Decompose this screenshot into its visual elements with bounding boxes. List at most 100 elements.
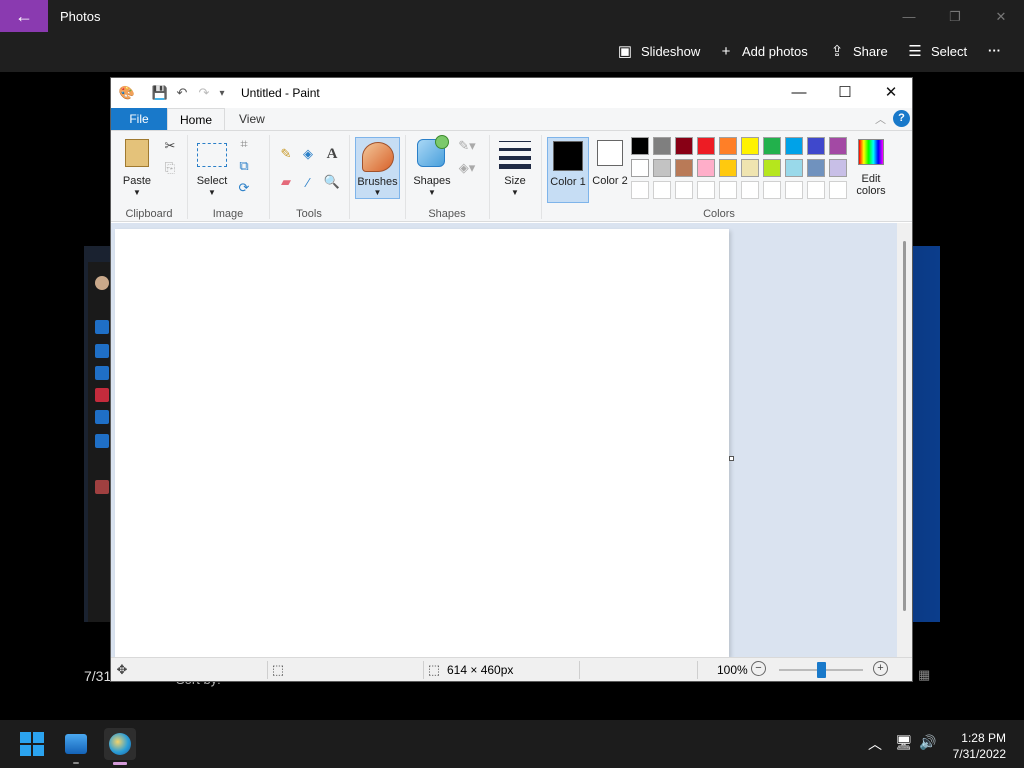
palette-swatch[interactable] (675, 181, 693, 199)
paste-button[interactable]: Paste ▼ (117, 135, 157, 201)
fill-icon[interactable]: ◈ (299, 145, 317, 163)
palette-swatch[interactable] (719, 159, 737, 177)
slideshow-button[interactable]: ▣ Slideshow (617, 43, 700, 60)
palette-swatch[interactable] (741, 181, 759, 199)
status-separator (579, 661, 580, 679)
palette-swatch[interactable] (675, 159, 693, 177)
redo-icon[interactable]: ↷ (195, 84, 213, 102)
paint-app-icon (109, 733, 131, 755)
magnifier-icon[interactable]: 🔍 (323, 173, 341, 191)
palette-swatch[interactable] (785, 159, 803, 177)
palette-swatch[interactable] (785, 181, 803, 199)
edit-colors-icon (858, 139, 884, 165)
clipboard-group-label: Clipboard (125, 208, 173, 220)
tab-home[interactable]: Home (167, 108, 225, 131)
palette-swatch[interactable] (763, 137, 781, 155)
undo-icon[interactable]: ↶ (173, 84, 191, 102)
shapes-button[interactable]: Shapes ▼ (411, 135, 453, 201)
rotate-icon[interactable]: ⟳ (235, 179, 253, 197)
photos-close-button[interactable]: ✕ (986, 6, 1016, 28)
crop-icon[interactable]: ⌗ (235, 135, 253, 153)
paint-taskbar-button[interactable] (104, 728, 136, 760)
collapse-ribbon-icon[interactable]: ︿ (875, 111, 886, 127)
palette-swatch[interactable] (763, 181, 781, 199)
select-tool-button[interactable]: Select ▼ (193, 135, 229, 201)
palette-swatch[interactable] (697, 137, 715, 155)
text-icon[interactable]: A (323, 145, 341, 163)
show-hidden-icons-chevron-icon[interactable]: ︿ (868, 734, 882, 754)
back-button[interactable]: ← (0, 0, 48, 32)
brushes-button[interactable]: Brushes ▼ (355, 137, 400, 199)
photo-tile (95, 344, 109, 358)
palette-swatch[interactable] (675, 137, 693, 155)
palette-swatch[interactable] (741, 159, 759, 177)
paint-maximize-button[interactable]: ☐ (822, 80, 868, 106)
palette-swatch[interactable] (741, 137, 759, 155)
photos-taskbar-button[interactable] (60, 728, 92, 760)
palette-swatch[interactable] (829, 181, 847, 199)
zoom-slider-thumb[interactable] (817, 662, 826, 678)
cut-icon[interactable]: ✂ (161, 137, 179, 155)
palette-swatch[interactable] (807, 159, 825, 177)
palette-swatch[interactable] (631, 137, 649, 155)
canvas-resize-handle[interactable] (729, 456, 734, 461)
palette-swatch[interactable] (719, 137, 737, 155)
shape-fill-icon[interactable]: ◈▾ (455, 159, 479, 177)
pencil-icon[interactable]: ✎ (277, 145, 295, 163)
palette-swatch[interactable] (697, 159, 715, 177)
palette-swatch[interactable] (697, 181, 715, 199)
color2-swatch (597, 140, 623, 166)
network-icon[interactable]: 🖥 (895, 734, 913, 751)
select-list-icon: ☰ (908, 43, 922, 60)
palette-swatch[interactable] (829, 159, 847, 177)
paint-minimize-button[interactable]: — (776, 80, 822, 106)
palette-swatch[interactable] (631, 159, 649, 177)
select-button[interactable]: ☰ Select (907, 43, 967, 60)
copy-icon[interactable]: ⎘ (161, 159, 179, 177)
zoom-in-button[interactable]: + (873, 661, 888, 676)
colors-group-label: Colors (703, 208, 735, 220)
drawing-canvas[interactable] (115, 229, 729, 657)
outline-icon[interactable]: ✎▾ (455, 137, 479, 155)
palette-swatch[interactable] (653, 159, 671, 177)
share-button[interactable]: ⇪ Share (829, 43, 888, 60)
color2-button[interactable]: Color 2 (591, 137, 633, 203)
start-button[interactable] (16, 728, 48, 760)
color-picker-icon[interactable]: ⁄ (299, 173, 317, 191)
edit-colors-button[interactable]: Edit colors (851, 135, 891, 201)
vertical-scrollbar[interactable] (897, 223, 912, 657)
eraser-icon[interactable]: ▰ (277, 173, 295, 191)
palette-swatch[interactable] (829, 137, 847, 155)
help-button[interactable]: ? (893, 110, 910, 127)
palette-swatch[interactable] (807, 137, 825, 155)
palette-swatch[interactable] (631, 181, 649, 199)
palette-swatch[interactable] (653, 181, 671, 199)
resize-icon[interactable]: ⧉ (235, 157, 253, 175)
tab-view[interactable]: View (239, 112, 265, 126)
photos-app-icon (65, 734, 87, 754)
size-line-icon (499, 148, 531, 151)
volume-icon[interactable]: 🔊 (919, 734, 936, 751)
photos-minimize-button[interactable]: — (894, 6, 924, 28)
tab-file[interactable]: File (111, 108, 167, 130)
zoom-out-button[interactable]: − (751, 661, 766, 676)
paint-app-icon[interactable]: 🎨 (118, 84, 136, 102)
grid-view-icon[interactable]: ▦ (918, 667, 930, 683)
size-button[interactable]: Size ▼ (495, 135, 535, 201)
palette-swatch[interactable] (807, 181, 825, 199)
color1-button[interactable]: Color 1 (547, 137, 589, 203)
palette-swatch[interactable] (763, 159, 781, 177)
scrollbar-thumb[interactable] (903, 241, 906, 611)
group-separator (187, 135, 188, 219)
palette-swatch[interactable] (785, 137, 803, 155)
palette-swatch[interactable] (719, 181, 737, 199)
system-clock[interactable]: 1:28 PM 7/31/2022 (940, 730, 1006, 762)
palette-swatch[interactable] (653, 137, 671, 155)
clock-date: 7/31/2022 (952, 747, 1006, 761)
more-button[interactable]: ··· (988, 43, 1001, 58)
save-icon[interactable]: 💾 (151, 84, 169, 102)
customize-qat-icon[interactable]: ▾ (213, 84, 231, 102)
paint-close-button[interactable]: ✕ (868, 80, 914, 106)
photos-restore-button[interactable]: ❐ (940, 6, 970, 28)
add-photos-button[interactable]: + Add photos (718, 43, 808, 60)
